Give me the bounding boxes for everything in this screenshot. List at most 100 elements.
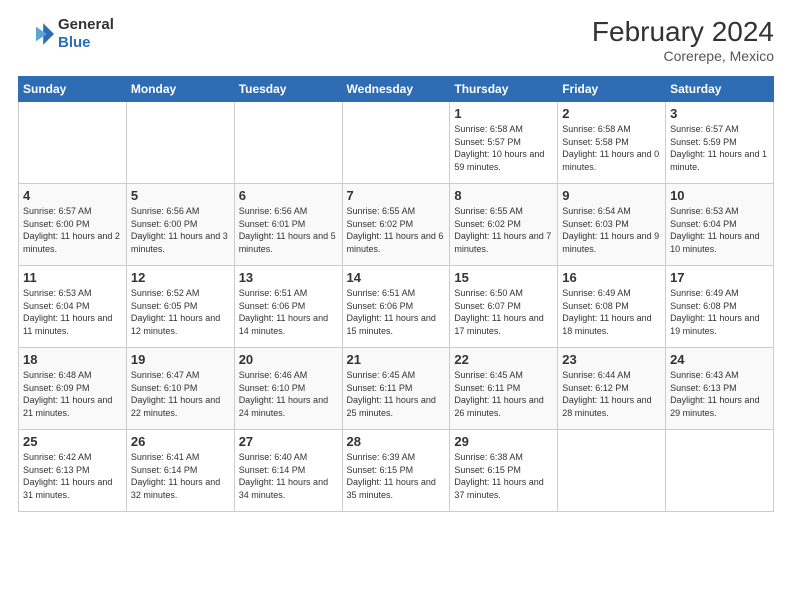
logo: General Blue (18, 16, 114, 52)
day-number: 11 (23, 270, 122, 285)
day-info: Sunrise: 6:54 AM Sunset: 6:03 PM Dayligh… (562, 205, 661, 255)
weekday-header-friday: Friday (558, 77, 666, 102)
day-info: Sunrise: 6:51 AM Sunset: 6:06 PM Dayligh… (239, 287, 338, 337)
day-number: 2 (562, 106, 661, 121)
calendar-week-0: 1 Sunrise: 6:58 AM Sunset: 5:57 PM Daylig… (19, 102, 774, 184)
calendar-cell (342, 102, 450, 184)
calendar-cell: 14 Sunrise: 6:51 AM Sunset: 6:06 PM Dayli… (342, 266, 450, 348)
calendar-cell: 10 Sunrise: 6:53 AM Sunset: 6:04 PM Dayli… (666, 184, 774, 266)
calendar-table: SundayMondayTuesdayWednesdayThursdayFrid… (18, 76, 774, 512)
logo-text: General Blue (58, 16, 114, 52)
calendar-cell: 17 Sunrise: 6:49 AM Sunset: 6:08 PM Dayli… (666, 266, 774, 348)
day-number: 16 (562, 270, 661, 285)
day-number: 23 (562, 352, 661, 367)
day-number: 12 (131, 270, 230, 285)
day-number: 4 (23, 188, 122, 203)
day-number: 13 (239, 270, 338, 285)
calendar-cell: 25 Sunrise: 6:42 AM Sunset: 6:13 PM Dayli… (19, 430, 127, 512)
page: General Blue February 2024 Corerepe, Mex… (0, 0, 792, 522)
calendar-cell (19, 102, 127, 184)
day-number: 29 (454, 434, 553, 449)
day-number: 10 (670, 188, 769, 203)
day-info: Sunrise: 6:58 AM Sunset: 5:57 PM Dayligh… (454, 123, 553, 173)
day-info: Sunrise: 6:55 AM Sunset: 6:02 PM Dayligh… (454, 205, 553, 255)
day-info: Sunrise: 6:53 AM Sunset: 6:04 PM Dayligh… (23, 287, 122, 337)
calendar-week-2: 11 Sunrise: 6:53 AM Sunset: 6:04 PM Dayli… (19, 266, 774, 348)
day-info: Sunrise: 6:52 AM Sunset: 6:05 PM Dayligh… (131, 287, 230, 337)
calendar-week-4: 25 Sunrise: 6:42 AM Sunset: 6:13 PM Dayli… (19, 430, 774, 512)
calendar-cell: 16 Sunrise: 6:49 AM Sunset: 6:08 PM Dayli… (558, 266, 666, 348)
day-info: Sunrise: 6:50 AM Sunset: 6:07 PM Dayligh… (454, 287, 553, 337)
month-year: February 2024 (592, 16, 774, 48)
day-info: Sunrise: 6:45 AM Sunset: 6:11 PM Dayligh… (347, 369, 446, 419)
day-info: Sunrise: 6:53 AM Sunset: 6:04 PM Dayligh… (670, 205, 769, 255)
day-number: 26 (131, 434, 230, 449)
day-number: 22 (454, 352, 553, 367)
calendar-cell: 3Sunrise: 6:57 AM Sunset: 5:59 PM Daylig… (666, 102, 774, 184)
weekday-header-wednesday: Wednesday (342, 77, 450, 102)
calendar-cell: 28 Sunrise: 6:39 AM Sunset: 6:15 PM Dayli… (342, 430, 450, 512)
calendar-cell (126, 102, 234, 184)
weekday-header-monday: Monday (126, 77, 234, 102)
calendar-cell: 15 Sunrise: 6:50 AM Sunset: 6:07 PM Dayli… (450, 266, 558, 348)
day-number: 24 (670, 352, 769, 367)
day-number: 15 (454, 270, 553, 285)
calendar-cell: 22 Sunrise: 6:45 AM Sunset: 6:11 PM Dayli… (450, 348, 558, 430)
day-info: Sunrise: 6:51 AM Sunset: 6:06 PM Dayligh… (347, 287, 446, 337)
day-info: Sunrise: 6:55 AM Sunset: 6:02 PM Dayligh… (347, 205, 446, 255)
calendar-cell: 5 Sunrise: 6:56 AM Sunset: 6:00 PM Daylig… (126, 184, 234, 266)
day-info: Sunrise: 6:43 AM Sunset: 6:13 PM Dayligh… (670, 369, 769, 419)
weekday-header-row: SundayMondayTuesdayWednesdayThursdayFrid… (19, 77, 774, 102)
day-info: Sunrise: 6:42 AM Sunset: 6:13 PM Dayligh… (23, 451, 122, 501)
calendar-cell: 6 Sunrise: 6:56 AM Sunset: 6:01 PM Daylig… (234, 184, 342, 266)
calendar-cell: 26Sunrise: 6:41 AM Sunset: 6:14 PM Dayli… (126, 430, 234, 512)
weekday-header-tuesday: Tuesday (234, 77, 342, 102)
day-info: Sunrise: 6:39 AM Sunset: 6:15 PM Dayligh… (347, 451, 446, 501)
day-number: 5 (131, 188, 230, 203)
day-number: 7 (347, 188, 446, 203)
calendar-cell: 21Sunrise: 6:45 AM Sunset: 6:11 PM Dayli… (342, 348, 450, 430)
weekday-header-thursday: Thursday (450, 77, 558, 102)
day-info: Sunrise: 6:58 AM Sunset: 5:58 PM Dayligh… (562, 123, 661, 173)
header: General Blue February 2024 Corerepe, Mex… (18, 16, 774, 64)
calendar-cell: 23 Sunrise: 6:44 AM Sunset: 6:12 PM Dayli… (558, 348, 666, 430)
title-block: February 2024 Corerepe, Mexico (592, 16, 774, 64)
calendar-cell (558, 430, 666, 512)
day-number: 25 (23, 434, 122, 449)
day-info: Sunrise: 6:57 AM Sunset: 5:59 PM Dayligh… (670, 123, 769, 173)
day-number: 17 (670, 270, 769, 285)
calendar-cell: 12 Sunrise: 6:52 AM Sunset: 6:05 PM Dayli… (126, 266, 234, 348)
calendar-cell: 18Sunrise: 6:48 AM Sunset: 6:09 PM Dayli… (19, 348, 127, 430)
day-number: 28 (347, 434, 446, 449)
day-number: 14 (347, 270, 446, 285)
day-info: Sunrise: 6:45 AM Sunset: 6:11 PM Dayligh… (454, 369, 553, 419)
day-info: Sunrise: 6:47 AM Sunset: 6:10 PM Dayligh… (131, 369, 230, 419)
calendar-cell: 1 Sunrise: 6:58 AM Sunset: 5:57 PM Daylig… (450, 102, 558, 184)
day-info: Sunrise: 6:38 AM Sunset: 6:15 PM Dayligh… (454, 451, 553, 501)
day-number: 6 (239, 188, 338, 203)
calendar-cell: 9Sunrise: 6:54 AM Sunset: 6:03 PM Daylig… (558, 184, 666, 266)
day-info: Sunrise: 6:56 AM Sunset: 6:01 PM Dayligh… (239, 205, 338, 255)
location: Corerepe, Mexico (592, 48, 774, 64)
calendar-cell: 2 Sunrise: 6:58 AM Sunset: 5:58 PM Daylig… (558, 102, 666, 184)
day-number: 20 (239, 352, 338, 367)
calendar-cell: 19 Sunrise: 6:47 AM Sunset: 6:10 PM Dayli… (126, 348, 234, 430)
weekday-header-sunday: Sunday (19, 77, 127, 102)
day-number: 1 (454, 106, 553, 121)
day-info: Sunrise: 6:49 AM Sunset: 6:08 PM Dayligh… (562, 287, 661, 337)
day-info: Sunrise: 6:56 AM Sunset: 6:00 PM Dayligh… (131, 205, 230, 255)
logo-icon (18, 16, 54, 52)
day-info: Sunrise: 6:44 AM Sunset: 6:12 PM Dayligh… (562, 369, 661, 419)
calendar-cell: 24 Sunrise: 6:43 AM Sunset: 6:13 PM Dayli… (666, 348, 774, 430)
calendar-cell: 4Sunrise: 6:57 AM Sunset: 6:00 PM Daylig… (19, 184, 127, 266)
day-info: Sunrise: 6:48 AM Sunset: 6:09 PM Dayligh… (23, 369, 122, 419)
calendar-cell (234, 102, 342, 184)
calendar-cell: 29 Sunrise: 6:38 AM Sunset: 6:15 PM Dayli… (450, 430, 558, 512)
calendar-cell: 11 Sunrise: 6:53 AM Sunset: 6:04 PM Dayli… (19, 266, 127, 348)
day-info: Sunrise: 6:49 AM Sunset: 6:08 PM Dayligh… (670, 287, 769, 337)
calendar-cell: 8 Sunrise: 6:55 AM Sunset: 6:02 PM Daylig… (450, 184, 558, 266)
day-number: 8 (454, 188, 553, 203)
calendar-cell: 20Sunrise: 6:46 AM Sunset: 6:10 PM Dayli… (234, 348, 342, 430)
day-number: 27 (239, 434, 338, 449)
day-number: 19 (131, 352, 230, 367)
